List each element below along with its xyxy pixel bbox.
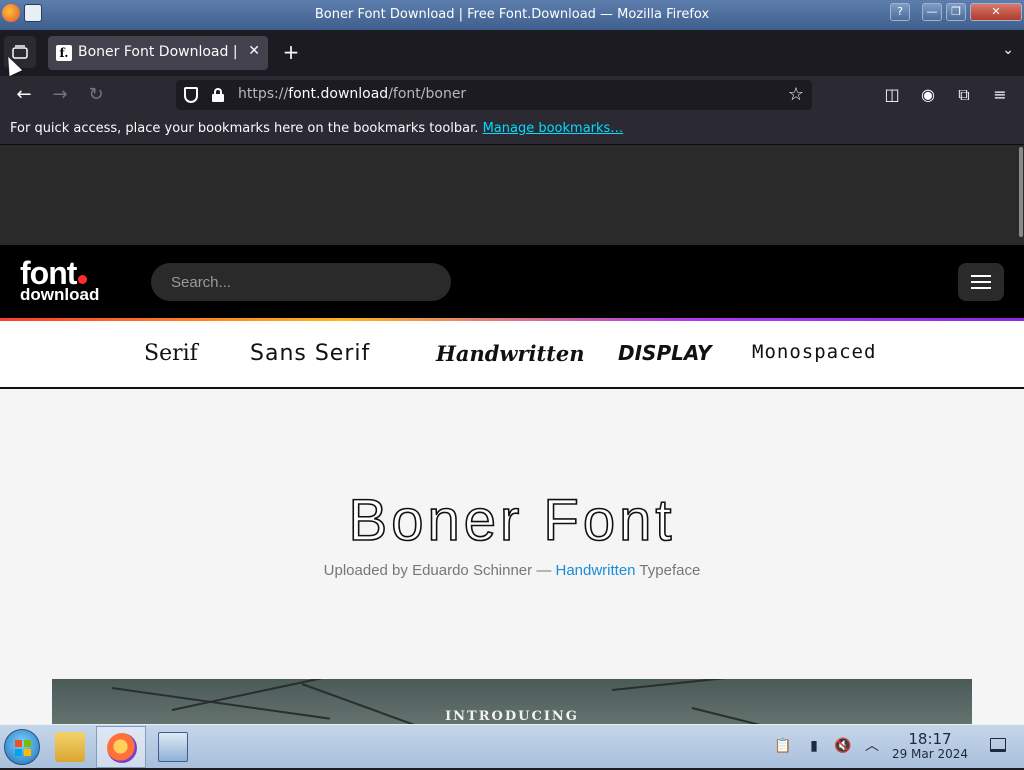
taskbar-file-manager[interactable] (45, 726, 95, 768)
clock-date: 29 Mar 2024 (891, 747, 969, 761)
app-menu-icon[interactable]: ≡ (988, 83, 1012, 107)
window-controls: ? — ❐ ✕ (890, 3, 1022, 21)
tab-active[interactable]: f. Boner Font Download | Free Font.Downl… (48, 36, 268, 70)
tree-branch (611, 679, 871, 691)
taskbar-firefox[interactable] (96, 726, 146, 768)
font-subtitle: Uploaded by Eduardo Schinner — Handwritt… (0, 562, 1024, 579)
extensions-icon[interactable]: ⧉ (952, 83, 976, 107)
tray-expand-icon[interactable]: ︿ (863, 737, 881, 755)
clock-time: 18:17 (908, 730, 952, 748)
category-handwritten[interactable]: Handwritten (436, 341, 585, 366)
category-monospaced[interactable]: Monospaced (752, 341, 876, 363)
navigation-toolbar: ← → ↻ https://font.download/font/boner ☆… (0, 76, 1024, 114)
maximize-button[interactable]: ❐ (946, 3, 966, 21)
show-desktop-icon[interactable] (990, 738, 1006, 752)
hamburger-line (971, 275, 991, 277)
battery-icon[interactable]: ▮ (805, 737, 823, 755)
reload-button[interactable]: ↻ (84, 83, 108, 107)
manage-bookmarks-link[interactable]: Manage bookmarks… (483, 121, 624, 136)
minimize-button[interactable]: — (922, 3, 942, 21)
url-text[interactable]: https://font.download/font/boner (238, 86, 466, 102)
back-button[interactable]: ← (12, 83, 36, 107)
tab-close-icon[interactable]: ✕ (248, 43, 260, 59)
account-icon[interactable]: ◉ (916, 83, 940, 107)
logo-dot-icon (78, 275, 88, 284)
page-scrollbar[interactable] (1019, 147, 1023, 237)
bookmarks-message: For quick access, place your bookmarks h… (10, 121, 479, 136)
logo-word-download: download (20, 285, 100, 304)
window-title: Boner Font Download | Free Font.Download… (314, 7, 710, 22)
help-button[interactable]: ? (890, 3, 910, 21)
ad-banner-area (0, 145, 1024, 245)
new-tab-button[interactable]: + (280, 40, 302, 64)
subtitle-suffix: Typeface (635, 562, 701, 579)
start-menu-button[interactable] (4, 729, 40, 765)
category-nav: Serif Sans Serif Handwritten DISPLAY Mon… (0, 321, 1024, 389)
os-taskbar: 📋 ▮ 🔇 ︿ 18:17 29 Mar 2024 (0, 724, 1024, 768)
category-serif[interactable]: Serif (144, 341, 198, 366)
tracking-protection-shield-icon[interactable] (184, 87, 198, 103)
site-logo[interactable]: font download (20, 257, 100, 304)
site-header: font download (0, 245, 1024, 318)
font-preview-image: INTRODUCING (52, 679, 972, 724)
font-title: Boner Font (348, 487, 676, 554)
tree-branch (171, 679, 349, 711)
close-window-button[interactable]: ✕ (970, 3, 1022, 21)
preview-intro-text: INTRODUCING (445, 709, 579, 724)
site-search-input[interactable] (151, 263, 451, 301)
lock-icon[interactable] (212, 88, 224, 102)
pocket-icon[interactable]: ◫ (880, 83, 904, 107)
tab-title: Boner Font Download | Free Font.Download (78, 44, 238, 60)
category-display[interactable]: DISPLAY (618, 341, 712, 365)
windows-logo-icon (15, 740, 31, 756)
list-all-tabs-button[interactable]: ⌄ (1002, 42, 1014, 58)
clock[interactable]: 18:17 29 Mar 2024 (888, 731, 972, 761)
tab-strip: f. Boner Font Download | Free Font.Downl… (0, 30, 1024, 76)
bookmarks-toolbar: For quick access, place your bookmarks h… (0, 114, 1024, 145)
subtitle-prefix: Uploaded by Eduardo Schinner — (323, 562, 556, 579)
taskbar-system-settings[interactable] (148, 726, 198, 768)
bookmark-star-icon[interactable]: ☆ (788, 84, 804, 105)
site-menu-button[interactable] (958, 263, 1004, 301)
hamburger-line (971, 287, 991, 289)
clipboard-icon[interactable]: 📋 (774, 737, 792, 755)
system-settings-icon (158, 732, 188, 762)
url-bar[interactable]: https://font.download/font/boner ☆ (176, 80, 812, 110)
web-content: font download Serif Sans Serif Handwritt… (0, 145, 1024, 724)
category-sans-serif[interactable]: Sans Serif (250, 341, 370, 366)
firefox-icon (107, 733, 137, 763)
hamburger-line (971, 281, 991, 283)
category-link-handwritten[interactable]: Handwritten (555, 562, 635, 579)
volume-muted-icon[interactable]: 🔇 (834, 737, 852, 755)
site-favicon-icon: f. (56, 45, 72, 61)
forward-button[interactable]: → (48, 83, 72, 107)
window-titlebar: Boner Font Download | Free Font.Download… (0, 0, 1024, 30)
folder-icon (55, 732, 85, 762)
